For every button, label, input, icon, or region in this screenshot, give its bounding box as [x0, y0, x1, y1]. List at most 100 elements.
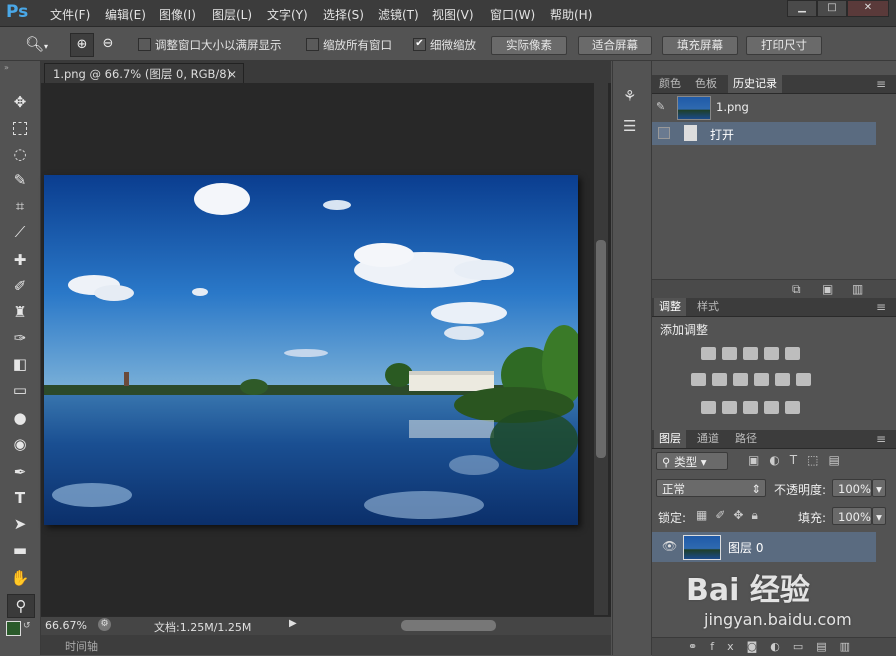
hue-saturation-icon[interactable]	[691, 373, 706, 386]
vertical-scroll-thumb[interactable]	[596, 240, 606, 458]
dodge-tool-icon[interactable]: ◉	[7, 433, 33, 455]
invert-icon[interactable]	[701, 401, 716, 414]
color-balance-icon[interactable]	[712, 373, 727, 386]
menu-edit[interactable]: 编辑(E)	[105, 6, 146, 23]
blur-tool-icon[interactable]: ●	[7, 407, 33, 429]
hand-tool-icon[interactable]: ✋	[7, 567, 33, 589]
fill-input[interactable]: 100%	[832, 507, 872, 525]
zoom-tool-preset-icon[interactable]: 🔍︎▾	[25, 35, 48, 53]
image-canvas[interactable]	[44, 175, 578, 525]
menu-window[interactable]: 窗口(W)	[490, 6, 535, 23]
channel-mixer-icon[interactable]	[775, 373, 790, 386]
vibrance-icon[interactable]	[785, 347, 800, 360]
collapse-icon[interactable]: »	[4, 63, 9, 72]
menu-help[interactable]: 帮助(H)	[550, 6, 592, 23]
gradient-tool-icon[interactable]: ▭	[7, 379, 33, 401]
eyedropper-tool-icon[interactable]: ⟋	[7, 221, 33, 243]
tab-styles[interactable]: 样式	[692, 298, 724, 316]
tab-paths[interactable]: 路径	[730, 430, 762, 448]
history-brush-source-icon[interactable]: ✎	[656, 100, 665, 113]
scrubby-zoom-checkbox[interactable]: ✔	[413, 38, 426, 51]
type-tool-icon[interactable]: T	[7, 487, 33, 509]
info-icon[interactable]: ⚙	[98, 618, 111, 631]
layers-menu-icon[interactable]: ≡	[876, 432, 886, 446]
posterize-icon[interactable]	[722, 401, 737, 414]
foreground-color-swatch[interactable]	[6, 621, 21, 636]
fill-screen-button[interactable]: 填充屏幕	[662, 36, 738, 55]
gradient-map-icon[interactable]	[785, 401, 800, 414]
zoom-in-icon[interactable]: ⊕	[70, 33, 94, 57]
panel-menu-icon[interactable]: ≡	[876, 77, 886, 91]
fit-screen-button[interactable]: 适合屏幕	[578, 36, 652, 55]
tab-layers[interactable]: 图层	[654, 430, 686, 448]
zoom-all-checkbox[interactable]	[306, 38, 319, 51]
snapshot-name[interactable]: 1.png	[716, 100, 749, 114]
threshold-icon[interactable]	[743, 401, 758, 414]
menu-file[interactable]: 文件(F)	[50, 6, 90, 23]
zoom-out-icon[interactable]: ⊖	[97, 33, 119, 55]
menu-type[interactable]: 文字(Y)	[267, 6, 308, 23]
horizontal-scroll-thumb[interactable]	[401, 620, 496, 631]
properties-icon[interactable]: ☰	[623, 117, 636, 135]
eraser-tool-icon[interactable]: ◧	[7, 353, 33, 375]
timeline-tab[interactable]: 时间轴	[65, 638, 98, 654]
selective-color-icon[interactable]	[764, 401, 779, 414]
swap-colors-icon[interactable]: ↺	[23, 621, 31, 631]
curves-icon[interactable]	[743, 347, 758, 360]
new-document-from-state-icon[interactable]: ⧉	[792, 282, 801, 297]
close-button[interactable]: ✕	[847, 0, 889, 17]
history-step-row[interactable]: 打开	[652, 122, 876, 145]
opacity-input[interactable]: 100%	[832, 479, 872, 497]
brush-tool-icon[interactable]: ✐	[7, 275, 33, 297]
close-tab-icon[interactable]: ×	[227, 64, 237, 84]
photo-filter-icon[interactable]	[754, 373, 769, 386]
tab-color[interactable]: 颜色	[654, 75, 686, 93]
lock-icons[interactable]: ▦✐✥🔒︎	[696, 508, 766, 523]
camera-icon[interactable]: ▣	[822, 282, 833, 296]
adjustments-menu-icon[interactable]: ≡	[876, 300, 886, 314]
color-lookup-icon[interactable]	[796, 373, 811, 386]
actual-pixels-button[interactable]: 实际像素	[491, 36, 567, 55]
healing-brush-tool-icon[interactable]: ✚	[7, 249, 33, 271]
brightness-contrast-icon[interactable]	[701, 347, 716, 360]
brush-presets-icon[interactable]: ⚘	[623, 87, 636, 105]
pen-tool-icon[interactable]: ✒	[7, 461, 33, 483]
history-step-checkbox[interactable]	[658, 127, 670, 139]
menu-select[interactable]: 选择(S)	[323, 6, 364, 23]
tab-history[interactable]: 历史记录	[728, 75, 782, 93]
tab-channels[interactable]: 通道	[692, 430, 724, 448]
history-brush-tool-icon[interactable]: ✑	[7, 327, 33, 349]
fill-dropdown-icon[interactable]: ▾	[872, 507, 886, 525]
layer-filter-icons[interactable]: ▣◐T⬚▤	[748, 453, 850, 467]
menu-image[interactable]: 图像(I)	[159, 6, 196, 23]
marquee-tool-icon[interactable]	[7, 117, 33, 139]
tab-adjustments[interactable]: 调整	[654, 298, 686, 316]
lasso-tool-icon[interactable]: ◌	[7, 143, 33, 165]
exposure-icon[interactable]	[764, 347, 779, 360]
layer-filter-select[interactable]: ⚲ 类型 ▾	[656, 452, 728, 470]
vertical-scrollbar[interactable]	[594, 83, 608, 615]
menu-view[interactable]: 视图(V)	[432, 6, 474, 23]
menu-layer[interactable]: 图层(L)	[212, 6, 252, 23]
status-menu-arrow-icon[interactable]: ▶	[289, 618, 297, 629]
minimize-button[interactable]: ▁	[787, 0, 817, 17]
maximize-button[interactable]: □	[817, 0, 847, 17]
move-tool-icon[interactable]: ✥	[7, 91, 33, 113]
clone-stamp-tool-icon[interactable]: ♜	[7, 301, 33, 323]
quick-selection-tool-icon[interactable]: ✎	[7, 169, 33, 191]
layer-name[interactable]: 图层 0	[728, 539, 763, 556]
rectangle-tool-icon[interactable]: ▬	[7, 539, 33, 561]
layer-row[interactable]: 👁︎ 图层 0	[652, 532, 876, 562]
crop-tool-icon[interactable]: ⌗	[7, 195, 33, 217]
trash-icon[interactable]: ▥	[852, 282, 863, 296]
visibility-eye-icon[interactable]: 👁︎	[662, 539, 677, 553]
blend-mode-select[interactable]: 正常 ⇕	[656, 479, 766, 497]
print-size-button[interactable]: 打印尺寸	[746, 36, 822, 55]
black-white-icon[interactable]	[733, 373, 748, 386]
zoom-tool-icon[interactable]: ⚲	[7, 594, 35, 618]
path-selection-tool-icon[interactable]: ➤	[7, 513, 33, 535]
levels-icon[interactable]	[722, 347, 737, 360]
tab-swatches[interactable]: 色板	[690, 75, 722, 93]
zoom-level[interactable]: 66.67%	[45, 619, 87, 632]
opacity-dropdown-icon[interactable]: ▾	[872, 479, 886, 497]
